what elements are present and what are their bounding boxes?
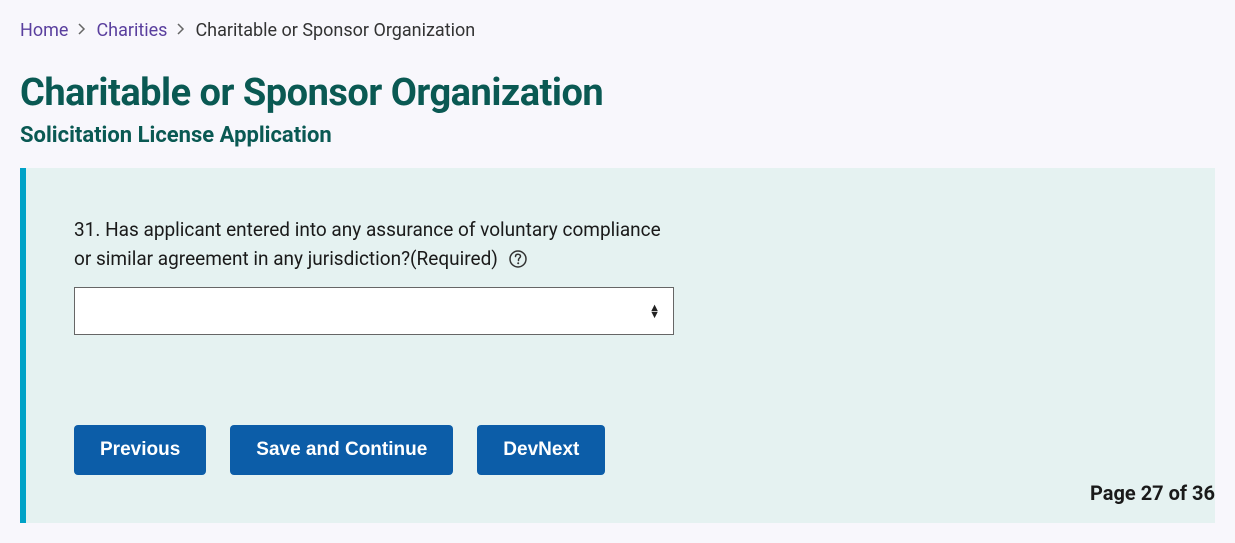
select-wrapper: ▲ ▼ (74, 287, 674, 335)
previous-button[interactable]: Previous (74, 425, 206, 475)
breadcrumb-home-link[interactable]: Home (20, 20, 68, 41)
breadcrumb: Home Charities Charitable or Sponsor Org… (20, 20, 1215, 41)
question-text: 31. Has applicant entered into any assur… (74, 218, 661, 270)
devnext-button[interactable]: DevNext (477, 425, 605, 475)
save-continue-button[interactable]: Save and Continue (230, 425, 453, 475)
question-label: 31. Has applicant entered into any assur… (74, 216, 664, 273)
breadcrumb-current: Charitable or Sponsor Organization (195, 20, 475, 41)
page-title: Charitable or Sponsor Organization (20, 71, 1215, 115)
compliance-select[interactable] (74, 287, 674, 335)
chevron-right-icon (78, 23, 86, 39)
chevron-right-icon (177, 23, 185, 39)
page-indicator: Page 27 of 36 (1090, 481, 1215, 505)
page-subtitle: Solicitation License Application (20, 123, 1215, 148)
required-label: (Required) (410, 247, 498, 270)
help-icon[interactable] (509, 250, 527, 268)
breadcrumb-charities-link[interactable]: Charities (96, 20, 167, 41)
form-panel: 31. Has applicant entered into any assur… (20, 168, 1215, 523)
button-row: Previous Save and Continue DevNext (74, 425, 1167, 475)
